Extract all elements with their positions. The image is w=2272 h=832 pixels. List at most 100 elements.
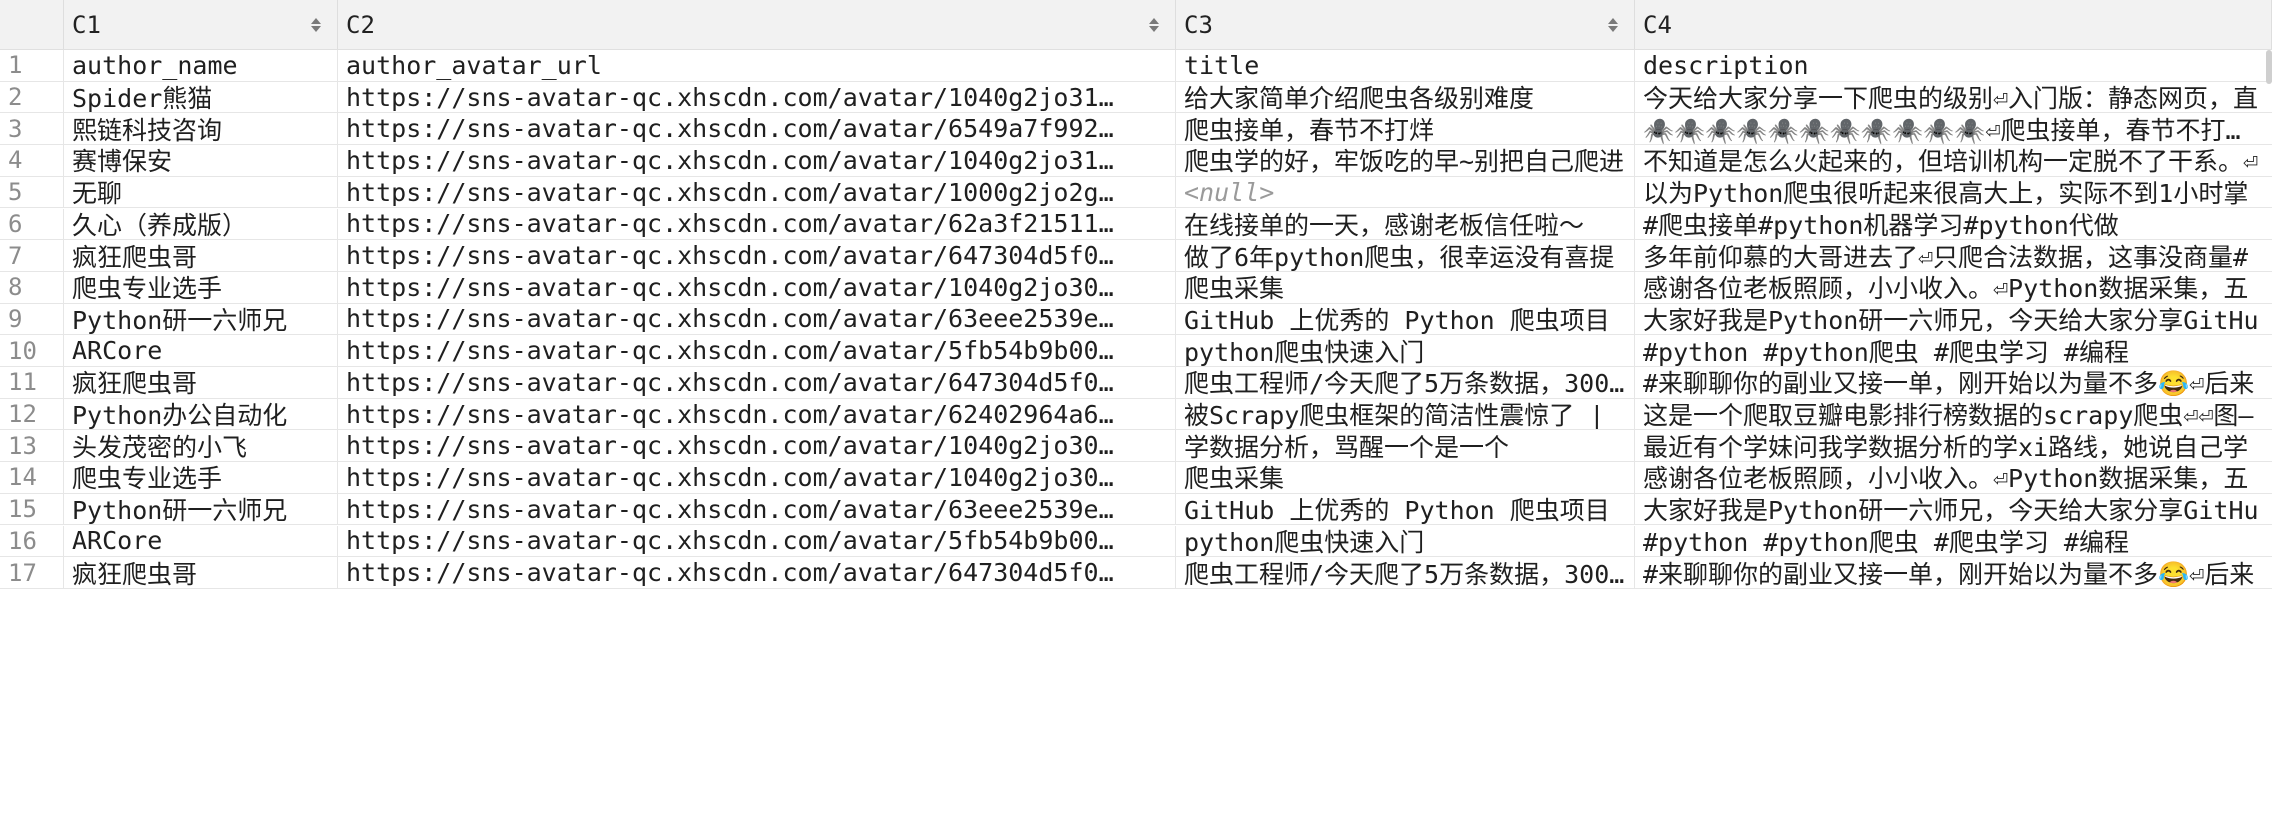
cell-c2[interactable]: https://sns-avatar-qc.xhscdn.com/avatar/…: [338, 367, 1176, 398]
data-grid: C1 C2 C3 C4 1 author_name author_avatar_ur…: [0, 0, 2272, 832]
table-row[interactable]: 16 ARCore https://sns-avatar-qc.xhscdn.com…: [0, 525, 2272, 558]
cell-c2[interactable]: https://sns-avatar-qc.xhscdn.com/avatar/…: [338, 398, 1176, 430]
cell-c3[interactable]: python爬虫快速入门: [1176, 335, 1635, 366]
cell-c1-text: Python研一六师兄: [72, 496, 288, 525]
cell-c1[interactable]: 爬虫专业选手: [64, 271, 338, 303]
cell-c1[interactable]: Python研一六师兄: [64, 303, 338, 335]
cell-c1[interactable]: 疯狂爬虫哥: [64, 367, 338, 398]
cell-c4[interactable]: 感谢各位老板照顾，小小收入。⏎Python数据采集，五: [1635, 462, 2272, 492]
cell-c3-text: python爬虫快速入门: [1184, 527, 1425, 557]
cell-c2[interactable]: https://sns-avatar-qc.xhscdn.com/avatar/…: [338, 208, 1176, 240]
cell-c4[interactable]: #来聊聊你的副业又接一单，刚开始以为量不多😂⏎后来: [1635, 557, 2272, 588]
cell-c2[interactable]: https://sns-avatar-qc.xhscdn.com/avatar/…: [338, 430, 1176, 462]
cell-c3[interactable]: GitHub 上优秀的 Python 爬虫项目: [1176, 303, 1635, 335]
table-row[interactable]: 9 Python研一六师兄 https://sns-avatar-qc.xhscdn…: [0, 303, 2272, 336]
table-row[interactable]: 4 赛博保安 https://sns-avatar-qc.xhscdn.com/av…: [0, 145, 2272, 177]
cell-c3[interactable]: python爬虫快速入门: [1176, 525, 1635, 557]
cell-c1[interactable]: ARCore: [64, 525, 338, 557]
cell-c4[interactable]: 🕷️🕷️🕷️🕷️🕷️🕷️🕷️🕷️🕷️🕷️🕷️⏎爬虫接单，春节不打烊，: [1635, 113, 2272, 144]
cell-c1[interactable]: ARCore: [64, 335, 338, 366]
sort-icon[interactable]: [1606, 14, 1620, 36]
cell-c3[interactable]: 爬虫工程师/今天爬了5万条数据，300元: [1176, 367, 1635, 398]
column-header-c3[interactable]: C3: [1176, 0, 1635, 49]
cell-c3[interactable]: 给大家简单介绍爬虫各级别难度: [1176, 81, 1635, 113]
cell-c4[interactable]: #python #python爬虫 #爬虫学习 #编程: [1635, 335, 2272, 366]
table-row[interactable]: 12 Python办公自动化 https://sns-avatar-qc.xhscd…: [0, 398, 2272, 431]
cell-c1[interactable]: 头发茂密的小飞: [64, 430, 338, 462]
cell-c3-text: 被Scrapy爬虫框架的简洁性震惊了 |: [1184, 401, 1605, 430]
cell-c3[interactable]: 做了6年python爬虫，很幸运没有喜提: [1176, 240, 1635, 271]
cell-c3[interactable]: 学数据分析，骂醒一个是一个: [1176, 430, 1635, 462]
sort-icon[interactable]: [1147, 14, 1161, 36]
cell-c3[interactable]: 爬虫采集: [1176, 462, 1635, 493]
cell-c2[interactable]: https://sns-avatar-qc.xhscdn.com/avatar/…: [338, 271, 1176, 303]
cell-c2[interactable]: https://sns-avatar-qc.xhscdn.com/avatar/…: [338, 335, 1176, 366]
cell-c3[interactable]: 在线接单的一天，感谢老板信任啦～: [1176, 208, 1635, 240]
cell-c4[interactable]: #python #python爬虫 #爬虫学习 #编程: [1635, 526, 2272, 556]
table-row[interactable]: 15 Python研一六师兄 https://sns-avatar-qc.xhscd…: [0, 493, 2272, 526]
cell-c3[interactable]: 爬虫学的好，牢饭吃的早~别把自己爬进: [1176, 145, 1635, 176]
cell-c2[interactable]: https://sns-avatar-qc.xhscdn.com/avatar/…: [338, 145, 1176, 176]
cell-c2[interactable]: author_avatar_url: [338, 50, 1176, 81]
table-row[interactable]: 3 熙链科技咨询 https://sns-avatar-qc.xhscdn.com/…: [0, 113, 2272, 146]
cell-c3[interactable]: <null>: [1176, 176, 1635, 208]
cell-c1[interactable]: 疯狂爬虫哥: [64, 557, 338, 588]
cell-c1[interactable]: 无聊: [64, 176, 338, 208]
cell-c2[interactable]: https://sns-avatar-qc.xhscdn.com/avatar/…: [338, 462, 1176, 493]
cell-c4[interactable]: #来聊聊你的副业又接一单，刚开始以为量不多😂⏎后来: [1635, 367, 2272, 397]
cell-c4[interactable]: 这是一个爬取豆瓣电影排行榜数据的scrapy爬虫⏎⏎图—: [1635, 399, 2272, 429]
cell-c3[interactable]: title: [1176, 50, 1635, 81]
cell-c4[interactable]: 大家好我是Python研一六师兄，今天给大家分享GitHu: [1635, 494, 2272, 524]
table-row[interactable]: 14 爬虫专业选手 https://sns-avatar-qc.xhscdn.com…: [0, 462, 2272, 494]
table-row[interactable]: 13 头发茂密的小飞 https://sns-avatar-qc.xhscdn.co…: [0, 430, 2272, 463]
row-number-text: 12: [8, 400, 37, 429]
cell-c4[interactable]: 今天给大家分享一下爬虫的级别⏎入门版：静态网页，直: [1635, 82, 2272, 112]
column-header-c1[interactable]: C1: [64, 0, 338, 49]
cell-c2[interactable]: https://sns-avatar-qc.xhscdn.com/avatar/…: [338, 81, 1176, 113]
cell-c1[interactable]: 爬虫专业选手: [64, 462, 338, 493]
table-row[interactable]: 17 疯狂爬虫哥 https://sns-avatar-qc.xhscdn.com/…: [0, 557, 2272, 589]
cell-c2[interactable]: https://sns-avatar-qc.xhscdn.com/avatar/…: [338, 525, 1176, 557]
cell-c2[interactable]: https://sns-avatar-qc.xhscdn.com/avatar/…: [338, 493, 1176, 525]
table-row[interactable]: 10 ARCore https://sns-avatar-qc.xhscdn.com…: [0, 335, 2272, 367]
table-row[interactable]: 11 疯狂爬虫哥 https://sns-avatar-qc.xhscdn.com/…: [0, 367, 2272, 399]
cell-c1[interactable]: 疯狂爬虫哥: [64, 240, 338, 271]
cell-c3[interactable]: 爬虫工程师/今天爬了5万条数据，300元: [1176, 557, 1635, 588]
row-number: 12: [0, 398, 64, 430]
cell-c1[interactable]: Python研一六师兄: [64, 493, 338, 525]
cell-c1[interactable]: 久心（养成版）: [64, 208, 338, 240]
column-header-c2[interactable]: C2: [338, 0, 1176, 49]
cell-c2[interactable]: https://sns-avatar-qc.xhscdn.com/avatar/…: [338, 176, 1176, 208]
table-row[interactable]: 5 无聊 https://sns-avatar-qc.xhscdn.com/avat…: [0, 176, 2272, 209]
cell-c3[interactable]: 爬虫接单，春节不打烊: [1176, 113, 1635, 145]
table-row[interactable]: 1 author_name author_avatar_url title descri…: [0, 50, 2272, 82]
table-row[interactable]: 2 Spider熊猫 https://sns-avatar-qc.xhscdn.co…: [0, 81, 2272, 114]
table-row[interactable]: 6 久心（养成版） https://sns-avatar-qc.xhscdn.com…: [0, 208, 2272, 241]
sort-icon[interactable]: [309, 14, 323, 36]
cell-c4[interactable]: 不知道是怎么火起来的，但培训机构一定脱不了干系。⏎: [1635, 145, 2272, 175]
cell-c2[interactable]: https://sns-avatar-qc.xhscdn.com/avatar/…: [338, 303, 1176, 335]
cell-c2-text: https://sns-avatar-qc.xhscdn.com/avatar/…: [346, 272, 1114, 302]
cell-c4[interactable]: 最近有个学妹问我学数据分析的学xi路线，她说自己学: [1635, 430, 2272, 461]
cell-c1[interactable]: Python办公自动化: [64, 398, 338, 430]
cell-c4[interactable]: description: [1635, 50, 2272, 81]
cell-c1[interactable]: 赛博保安: [64, 145, 338, 176]
table-row[interactable]: 8 爬虫专业选手 https://sns-avatar-qc.xhscdn.com/…: [0, 271, 2272, 304]
cell-c3[interactable]: 爬虫采集: [1176, 271, 1635, 303]
cell-c1[interactable]: Spider熊猫: [64, 81, 338, 113]
column-header-c4[interactable]: C4: [1635, 0, 2272, 49]
cell-c2[interactable]: https://sns-avatar-qc.xhscdn.com/avatar/…: [338, 557, 1176, 588]
cell-c4[interactable]: 大家好我是Python研一六师兄，今天给大家分享GitHu: [1635, 304, 2272, 334]
cell-c1[interactable]: author_name: [64, 50, 338, 81]
cell-c3[interactable]: 被Scrapy爬虫框架的简洁性震惊了 |: [1176, 398, 1635, 430]
cell-c4[interactable]: 多年前仰慕的大哥进去了⏎只爬合法数据，这事没商量#: [1635, 240, 2272, 271]
table-row[interactable]: 7 疯狂爬虫哥 https://sns-avatar-qc.xhscdn.com/a…: [0, 240, 2272, 272]
vertical-scrollbar[interactable]: [2266, 50, 2272, 84]
cell-c2[interactable]: https://sns-avatar-qc.xhscdn.com/avatar/…: [338, 240, 1176, 271]
cell-c4[interactable]: 以为Python爬虫很听起来很高大上，实际不到1小时掌: [1635, 177, 2272, 207]
cell-c2[interactable]: https://sns-avatar-qc.xhscdn.com/avatar/…: [338, 113, 1176, 145]
cell-c4[interactable]: 感谢各位老板照顾，小小收入。⏎Python数据采集，五: [1635, 272, 2272, 302]
cell-c4[interactable]: #爬虫接单#python机器学习#python代做: [1635, 209, 2272, 239]
cell-c1[interactable]: 熙链科技咨询: [64, 113, 338, 145]
cell-c3[interactable]: GitHub 上优秀的 Python 爬虫项目: [1176, 493, 1635, 525]
